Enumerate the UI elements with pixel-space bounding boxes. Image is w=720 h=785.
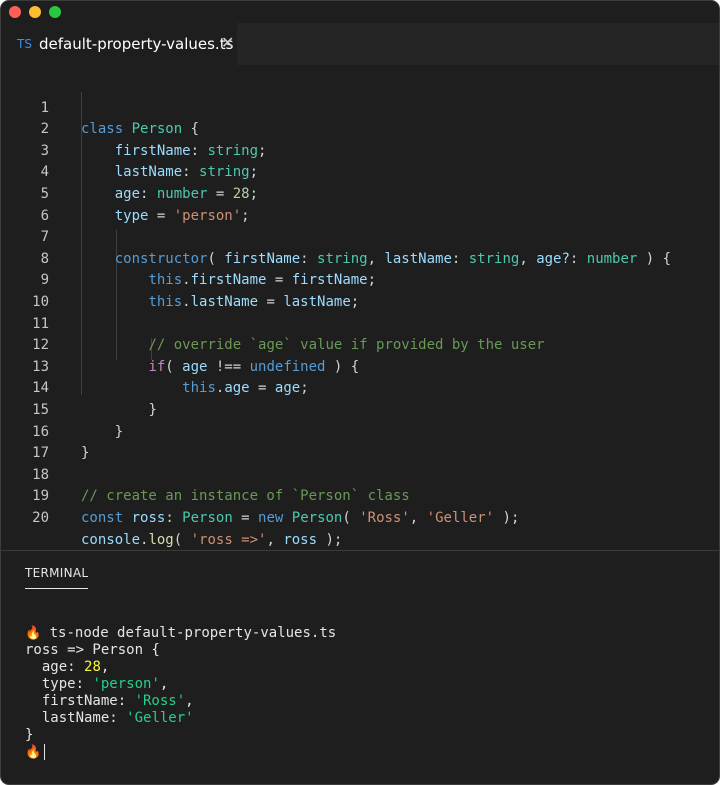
output-key: type: [41, 676, 93, 692]
terminal-line: type: 'person', [41, 676, 169, 692]
code-token: , [266, 531, 284, 548]
fire-icon: 🔥 [25, 626, 42, 641]
code-editor[interactable]: 1 class Person { 2 firstName: string; 3 … [1, 65, 719, 551]
code-token: , [409, 509, 427, 526]
code-token: ( [173, 531, 191, 548]
code-line: 16 } [1, 400, 719, 462]
code-line: 10 [1, 270, 719, 310]
code-line: 8 this.firstName = firstName; [1, 227, 719, 289]
code-line: 11 // override `age` value if provided b… [1, 292, 719, 354]
terminal-command-line: 🔥 ts-node default-property-values.ts [25, 625, 336, 642]
code-token: new [258, 509, 284, 526]
line-number: 20 [32, 509, 49, 526]
active-tab-indicator [25, 588, 88, 589]
editor-window: TS default-property-values.ts ✕ 1 class … [0, 0, 720, 785]
code-token: ross [283, 531, 318, 548]
terminal-cursor [44, 744, 46, 760]
output-value: 'person' [92, 676, 160, 692]
terminal-command: ts-node default-property-values.ts [49, 625, 337, 641]
code-token: ross [131, 509, 166, 526]
output-value: 28 [84, 659, 101, 675]
code-line: 1 class Person { [1, 76, 719, 138]
minimize-window-button[interactable] [29, 6, 41, 18]
tab-terminal[interactable]: TERMINAL [25, 566, 88, 580]
code-token: ( [342, 509, 360, 526]
code-line: 13 this.age = age; [1, 335, 719, 397]
code-token: console [81, 531, 141, 548]
output-value: 'Ross' [134, 693, 186, 709]
output-key: lastName: [41, 710, 127, 726]
code-line: 2 firstName: string; [1, 98, 719, 159]
code-token: 'ross =>' [190, 531, 267, 548]
code-line: 20 console.log( 'ross =>', ross ); [1, 486, 719, 548]
code-line: 7 constructor( firstName: string, lastNa… [1, 206, 719, 267]
code-line: 12 if( age !== undefined ) { [1, 314, 719, 375]
output-value: 'Geller' [126, 710, 194, 726]
code-line: 14 } [1, 357, 719, 418]
output-text: ross => Person { [25, 642, 160, 658]
tab-bar: TS default-property-values.ts ✕ [1, 23, 719, 65]
code-token: ); [317, 531, 343, 548]
code-line: 19 const ross: Person = new Person( 'Ros… [1, 465, 719, 526]
code-line: 6 [1, 184, 719, 224]
code-token: Person [182, 509, 233, 526]
code-token: 'Geller' [426, 509, 495, 526]
code-line: 9 this.lastName = lastName; [1, 249, 719, 310]
panel-divider [1, 550, 719, 551]
terminal-line: lastName: 'Geller' [25, 710, 194, 727]
close-window-button[interactable] [9, 6, 21, 18]
output-text: } [25, 727, 34, 743]
code-token: Person [291, 509, 343, 526]
title-bar [1, 1, 719, 23]
code-token: : [165, 509, 183, 526]
tab-default-property-values[interactable]: TS default-property-values.ts ✕ [1, 23, 237, 65]
code-token: = [232, 509, 259, 526]
terminal-line: ross => Person { [25, 642, 160, 659]
output-key: age: [41, 659, 85, 675]
code-line: 18 // create an instance of `Person` cla… [1, 443, 719, 505]
code-token: ); [494, 509, 520, 526]
code-line: 4 age: number = 28; [1, 141, 719, 202]
terminal-line: age: 28, [41, 659, 110, 675]
code-token: log [148, 531, 174, 548]
code-line: 15 } [1, 378, 719, 440]
code-token: const [81, 509, 124, 526]
terminal-line: firstName: 'Ross', [41, 693, 194, 709]
code-token: 'Ross' [359, 509, 410, 526]
code-line: 5 type = 'person'; [1, 162, 719, 224]
code-line: 3 lastName: string; [1, 119, 719, 181]
terminal-prompt-line[interactable]: 🔥 [25, 744, 46, 761]
tab-label: default-property-values.ts [39, 35, 234, 53]
close-icon[interactable]: ✕ [221, 33, 234, 52]
code-line: 17 [1, 422, 719, 461]
output-key: firstName: [41, 693, 135, 709]
zoom-window-button[interactable] [49, 6, 61, 18]
terminal-line: } [25, 727, 33, 744]
fire-icon: 🔥 [25, 745, 42, 760]
typescript-file-icon: TS [17, 37, 32, 51]
